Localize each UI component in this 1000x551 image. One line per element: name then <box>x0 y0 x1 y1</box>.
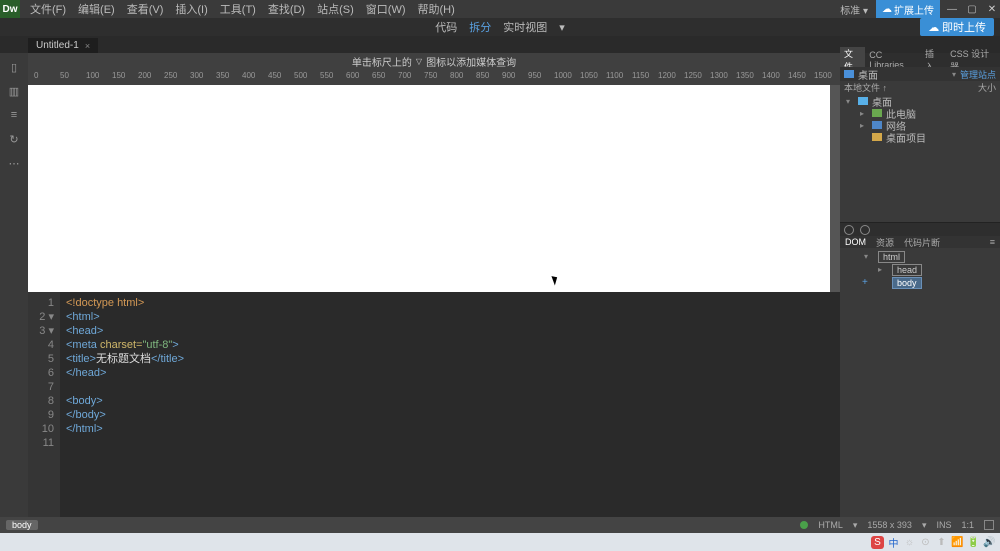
menu-find[interactable]: 查找(D) <box>264 0 309 19</box>
tray-icon[interactable]: ⊙ <box>919 536 932 549</box>
cloud-icon: ☁ <box>882 4 892 15</box>
status-dot-icon <box>800 521 808 529</box>
file-tree[interactable]: ▾桌面▸此电脑▸网络桌面项目 <box>840 93 1000 147</box>
maximize-button[interactable]: ▢ <box>964 4 980 15</box>
view-toolbar: 代码 拆分 实时视图 ▾ ☁ 即时上传 <box>0 18 1000 36</box>
file-icon[interactable]: ▯ <box>7 61 21 75</box>
tray-icon[interactable]: ⬆ <box>935 536 948 549</box>
ruler[interactable]: 0501001502002503003504004505005506006507… <box>28 69 840 85</box>
menu-file[interactable]: 文件(F) <box>26 0 70 19</box>
panel-menu-icon[interactable]: ≡ <box>985 237 1000 247</box>
tag-selector[interactable]: body <box>6 520 38 530</box>
view-split[interactable]: 拆分 <box>469 19 491 35</box>
tray-wifi-icon[interactable]: 📶 <box>951 536 964 549</box>
sync-settings[interactable]: ☁ 即时上传 <box>920 18 994 36</box>
line-gutter: 12 ▾3 ▾4567891011 <box>28 292 60 517</box>
editor-area: 单击标尺上的 ▽ 图标以添加媒体查询 050100150200250300350… <box>28 53 840 517</box>
manage-sites-link[interactable]: 管理站点 <box>960 68 996 81</box>
close-button[interactable]: ✕ <box>984 4 1000 15</box>
column-header: 本地文件 ↑ 大小 <box>840 81 1000 93</box>
status-zoom: 1:1 <box>961 520 974 530</box>
menu-insert[interactable]: 插入(I) <box>171 0 211 19</box>
menu-help[interactable]: 帮助(H) <box>414 0 459 19</box>
menu-items: 文件(F) 编辑(E) 查看(V) 插入(I) 工具(T) 查找(D) 站点(S… <box>26 0 459 19</box>
tab-close-icon[interactable]: × <box>85 41 90 51</box>
folder-icon <box>844 70 854 78</box>
menu-edit[interactable]: 编辑(E) <box>74 0 119 19</box>
minimize-button[interactable]: — <box>944 4 960 15</box>
tray-icon[interactable]: ☼ <box>903 536 916 549</box>
mouse-cursor-icon <box>553 275 563 289</box>
status-size: 1558 x 393 <box>867 520 912 530</box>
menu-tools[interactable]: 工具(T) <box>216 0 260 19</box>
left-toolstrip: ▯ ▥ ≡ ↻ ⋯ <box>0 53 28 517</box>
code-content[interactable]: <!doctype html><html><head><meta charset… <box>60 292 184 517</box>
status-html: HTML <box>818 520 843 530</box>
tab-dom[interactable]: DOM <box>840 237 871 247</box>
view-code[interactable]: 代码 <box>435 19 457 35</box>
ime-lang[interactable]: 中 <box>887 536 900 549</box>
dom-tree[interactable]: ▾html▸head+body <box>840 248 1000 291</box>
status-ins: INS <box>936 520 951 530</box>
media-query-hint: 单击标尺上的 ▽ 图标以添加媒体查询 <box>28 53 840 69</box>
chevron-down-icon: ▾ <box>952 70 956 79</box>
files-panel-tabs: 文件 CC Libraries 插入 CSS 设计器 <box>840 53 1000 67</box>
tab-snippets[interactable]: 代码片断 <box>899 236 945 249</box>
dom-panel-header <box>840 222 1000 236</box>
tray-volume-icon[interactable]: 🔊 <box>983 536 996 549</box>
tree-item[interactable]: 桌面项目 <box>846 131 1000 143</box>
menu-site[interactable]: 站点(S) <box>313 0 358 19</box>
cloud-icon: ☁ <box>928 22 939 34</box>
workspace-switcher[interactable]: 标准 ▾ <box>836 2 872 17</box>
status-bar: body HTML▾ 1558 x 393▾ INS 1:1 <box>0 517 1000 533</box>
dom-node[interactable]: +body <box>844 276 996 289</box>
code-editor[interactable]: 12 ▾3 ▾4567891011 <!doctype html><html><… <box>28 292 840 517</box>
dom-node[interactable]: ▸head <box>844 263 996 276</box>
tab-untitled[interactable]: Untitled-1 × <box>28 38 98 53</box>
tray-battery-icon[interactable]: 🔋 <box>967 536 980 549</box>
menubar: Dw 文件(F) 编辑(E) 查看(V) 插入(I) 工具(T) 查找(D) 站… <box>0 0 1000 18</box>
expand-icon[interactable] <box>984 520 994 530</box>
ime-icon[interactable]: S <box>871 536 884 549</box>
triangle-icon: ▽ <box>416 57 422 66</box>
menu-window[interactable]: 窗口(W) <box>362 0 410 19</box>
os-taskbar: S 中 ☼ ⊙ ⬆ 📶 🔋 🔊 <box>0 533 1000 551</box>
tab-label: Untitled-1 <box>36 40 79 51</box>
dom-panel-tabs: DOM 资源 代码片断 ≡ <box>840 236 1000 248</box>
app-logo: Dw <box>0 0 20 18</box>
view-live[interactable]: 实时视图 <box>503 19 547 35</box>
site-selector[interactable]: 桌面 ▾ 管理站点 <box>840 67 1000 81</box>
tree-item[interactable]: ▾桌面 <box>846 95 1000 107</box>
refresh-icon[interactable]: ↻ <box>7 133 21 147</box>
menu-view[interactable]: 查看(V) <box>123 0 168 19</box>
tab-assets[interactable]: 资源 <box>871 236 899 249</box>
dom-node[interactable]: ▾html <box>844 250 996 263</box>
refresh-icon[interactable] <box>844 225 854 235</box>
right-panels: 文件 CC Libraries 插入 CSS 设计器 桌面 ▾ 管理站点 本地文… <box>840 53 1000 517</box>
sync-button[interactable]: ☁扩展上传 <box>876 0 940 19</box>
list-icon[interactable]: ≡ <box>7 109 21 123</box>
help-icon[interactable] <box>860 225 870 235</box>
layout-icon[interactable]: ▥ <box>7 85 21 99</box>
live-preview[interactable] <box>28 85 840 292</box>
more-icon[interactable]: ⋯ <box>7 157 21 171</box>
tree-item[interactable]: ▸此电脑 <box>846 107 1000 119</box>
view-live-arrow[interactable]: ▾ <box>559 21 565 34</box>
